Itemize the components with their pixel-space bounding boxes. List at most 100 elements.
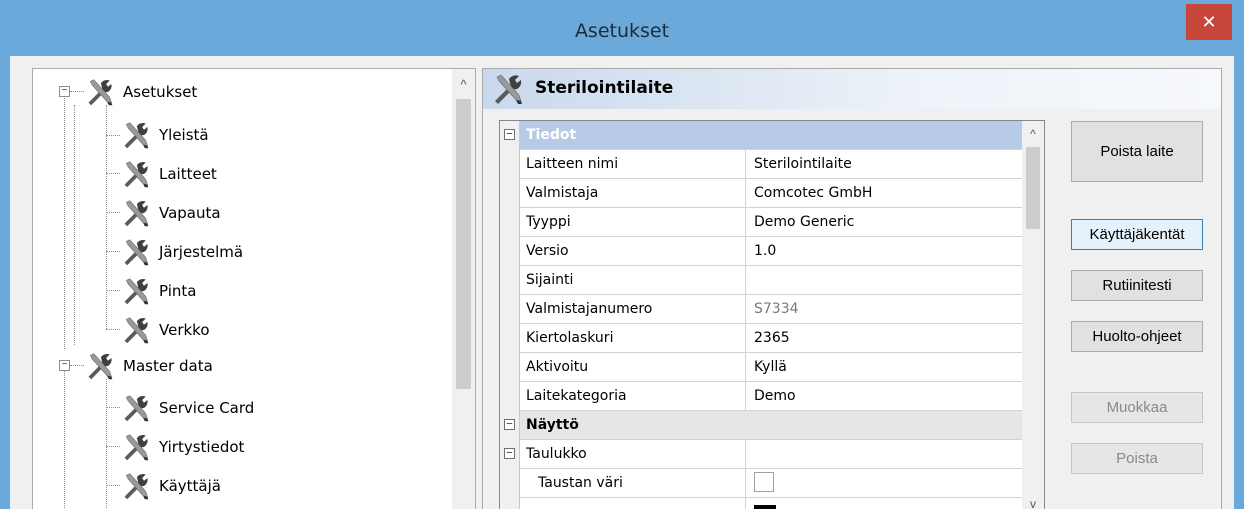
color-swatch-white[interactable] — [754, 471, 774, 492]
property-value — [746, 440, 1023, 469]
section-label: Näyttö — [526, 417, 579, 433]
property-row[interactable]: Taustan väri — [520, 469, 1023, 498]
property-row[interactable]: Sijainti — [520, 266, 1023, 295]
tools-icon — [121, 159, 151, 189]
settings-tree: − − Asetukset Yleistä Laitteet Vapauta J… — [32, 68, 476, 509]
tree-item-label: Vapauta — [159, 204, 221, 222]
close-icon: ✕ — [1201, 11, 1217, 33]
tree-connector — [70, 91, 84, 92]
close-button[interactable]: ✕ — [1186, 4, 1232, 40]
maintenance-instructions-button[interactable]: Huolto-ohjeet — [1071, 321, 1203, 352]
property-value[interactable] — [746, 266, 1023, 295]
scroll-down-icon[interactable]: v — [1022, 497, 1044, 509]
tree-connector — [106, 135, 120, 136]
property-row[interactable]: Valmistaja Comcotec GmbH — [520, 179, 1023, 208]
tools-icon — [121, 198, 151, 228]
tree-connector — [106, 105, 107, 329]
property-name: Valmistajanumero — [520, 295, 746, 324]
tree-connector — [106, 407, 120, 408]
tree-connector — [106, 173, 120, 174]
property-value[interactable] — [746, 469, 1023, 498]
tree-item-jarjestelma[interactable]: Järjestelmä — [121, 237, 243, 267]
tree-item-pinta[interactable]: Pinta — [121, 276, 196, 306]
window-title: Asetukset — [574, 20, 670, 42]
tree-connector — [106, 446, 120, 447]
section-naytto[interactable]: Näyttö — [520, 411, 1023, 440]
section-label: Tiedot — [526, 127, 577, 143]
tree-connector — [106, 485, 120, 486]
tree-item-vapauta[interactable]: Vapauta — [121, 198, 221, 228]
routine-test-button[interactable]: Rutiinitesti — [1071, 270, 1203, 301]
grid-scroll-thumb[interactable] — [1026, 147, 1040, 229]
tree-connector — [106, 379, 107, 509]
tree-item-label: Asetukset — [123, 83, 198, 101]
settings-window: Asetukset ✕ − − Asetukset Yleistä Laitte… — [0, 0, 1244, 509]
tree-connector — [64, 93, 65, 349]
tree-item-label: Master data — [123, 357, 213, 375]
collapse-toggle-asetukset[interactable]: − — [59, 86, 70, 97]
property-value[interactable]: Sterilointilaite — [746, 150, 1023, 179]
collapse-toggle-naytto[interactable]: − — [504, 419, 515, 430]
tree-connector — [106, 290, 120, 291]
property-row[interactable] — [520, 498, 1023, 509]
title-bar[interactable]: Asetukset ✕ — [0, 0, 1244, 56]
grid-scrollbar[interactable]: ^ v — [1022, 121, 1044, 509]
property-row[interactable]: Aktivoitu Kyllä — [520, 353, 1023, 382]
property-name: Aktivoitu — [520, 353, 746, 382]
tree-item-verkko[interactable]: Verkko — [121, 315, 210, 345]
tools-icon — [121, 276, 151, 306]
section-tiedot[interactable]: Tiedot — [520, 121, 1023, 150]
property-row[interactable]: Versio 1.0 — [520, 237, 1023, 266]
property-value: S7334 — [754, 301, 799, 317]
tree-item-label: Laitteet — [159, 165, 217, 183]
panel-title: Sterilointilaite — [535, 78, 674, 98]
property-value[interactable]: Kyllä — [746, 353, 1023, 382]
property-name: Laitekategoria — [520, 382, 746, 411]
property-row[interactable]: Kiertolaskuri 2365 — [520, 324, 1023, 353]
scroll-up-icon[interactable]: ^ — [452, 77, 475, 92]
tree-item-label: Verkko — [159, 321, 210, 339]
tools-icon — [121, 471, 151, 501]
property-value[interactable]: Demo Generic — [746, 208, 1023, 237]
property-category-taulukko[interactable]: Taulukko — [520, 440, 1023, 469]
color-swatch-black[interactable] — [754, 504, 776, 509]
property-row[interactable]: Laitteen nimi Sterilointilaite — [520, 150, 1023, 179]
tools-icon — [121, 432, 151, 462]
property-name: Taustan väri — [520, 469, 746, 498]
tree-item-label: Pinta — [159, 282, 197, 300]
tree-scrollbar[interactable]: ^ — [452, 69, 475, 509]
property-value[interactable]: Demo — [746, 382, 1023, 411]
collapse-toggle-master-data[interactable]: − — [59, 360, 70, 371]
property-value[interactable]: 1.0 — [746, 237, 1023, 266]
tree-item-laitteet[interactable]: Laitteet — [121, 159, 217, 189]
tree-connector — [74, 105, 75, 345]
panel-header: Sterilointilaite — [483, 69, 1221, 109]
property-row[interactable]: Tyyppi Demo Generic — [520, 208, 1023, 237]
tree-connector — [106, 212, 120, 213]
tree-item-service-card[interactable]: Service Card — [121, 393, 254, 423]
tree-scroll-thumb[interactable] — [456, 99, 471, 389]
tree-item-yleista[interactable]: Yleistä — [121, 120, 209, 150]
property-value[interactable] — [746, 498, 1023, 509]
property-value[interactable]: 2365 — [746, 324, 1023, 353]
remove-device-button[interactable]: Poista laite — [1071, 121, 1203, 182]
delete-button[interactable]: Poista — [1071, 443, 1203, 474]
property-row[interactable]: Laitekategoria Demo — [520, 382, 1023, 411]
tree-item-master-data[interactable]: Master data — [85, 351, 213, 381]
scroll-up-icon[interactable]: ^ — [1022, 127, 1044, 141]
tools-icon — [121, 237, 151, 267]
tree-connector — [70, 365, 84, 366]
collapse-toggle-tiedot[interactable]: − — [504, 129, 515, 140]
tree-item-yirtystiedot[interactable]: Yirtystiedot — [121, 432, 244, 462]
user-fields-button[interactable]: Käyttäjäkentät — [1071, 219, 1203, 250]
edit-button[interactable]: Muokkaa — [1071, 392, 1203, 423]
tree-item-kayttaja[interactable]: Käyttäjä — [121, 471, 221, 501]
collapse-toggle-taulukko[interactable]: − — [504, 448, 515, 459]
property-value[interactable]: Comcotec GmbH — [746, 179, 1023, 208]
property-name: Kiertolaskuri — [520, 324, 746, 353]
property-row[interactable]: Valmistajanumero S7334 — [520, 295, 1023, 324]
tree-connector — [64, 369, 65, 509]
tree-item-label: Käyttäjä — [159, 477, 221, 495]
tree-item-asetukset[interactable]: Asetukset — [85, 77, 197, 107]
property-name: Taulukko — [520, 440, 746, 469]
